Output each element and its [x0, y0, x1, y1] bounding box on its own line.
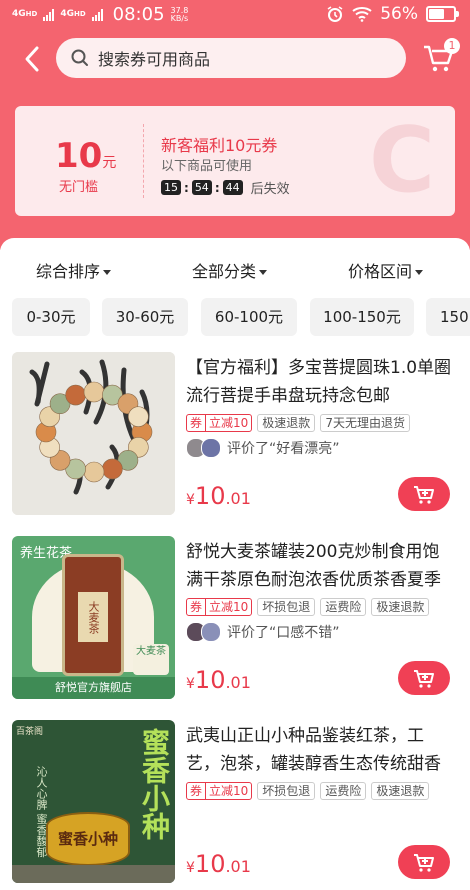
search-icon — [71, 49, 88, 66]
caret-down-icon — [259, 270, 268, 275]
battery-icon — [426, 6, 459, 22]
countdown-minutes: 54 — [191, 180, 212, 195]
network-indicator-2: 4GHD — [60, 9, 86, 19]
signal-icon-2 — [91, 8, 103, 21]
image-store-label: 舒悦官方旗舰店 — [12, 677, 175, 699]
chip-price-100-150[interactable]: 100-150元 — [310, 298, 414, 336]
sort-comprehensive[interactable]: 综合排序 — [36, 258, 112, 282]
product-image: 养生花茶 大麦茶 舒悦官方旗舰店 大麦茶 — [12, 536, 175, 699]
cart-badge: 1 — [444, 38, 460, 54]
coupon-title: 新客福利10元券 — [161, 136, 278, 155]
avatar — [201, 438, 221, 458]
coupon-tag: 券立减10 — [186, 414, 253, 432]
product-review: 评价了“口感不错” — [186, 622, 340, 642]
coupon-countdown: 15: 54: 44 后失效 — [161, 178, 290, 197]
caret-down-icon — [415, 270, 424, 275]
sort-bar: 综合排序 全部分类 价格区间 — [0, 250, 470, 286]
service-tag: 极速退款 — [371, 782, 430, 800]
product-tags: 券立减10 极速退款 7天无理由退货 — [186, 414, 410, 432]
add-to-cart-button[interactable] — [398, 845, 450, 879]
coupon-subtitle: 以下商品可使用 — [161, 159, 253, 174]
product-item[interactable]: 百茶阁 蜜香小种 沁人心脾 蜜香馥郁 蜜香小种 武夷山正山小种品鉴装红茶，工艺，… — [0, 720, 470, 890]
search-input[interactable]: 搜索券可用商品 — [56, 38, 406, 78]
product-title: 武夷山正山小种品鉴装红茶，工艺，泡茶，罐装醇香生态传统甜香 — [186, 726, 441, 774]
bead-shape — [83, 461, 105, 483]
service-tag: 运费险 — [320, 782, 367, 800]
reviewer-avatars — [186, 438, 221, 458]
product-title: 【官方福利】多宝菩提圆珠1.0单圈流行菩提手串盘玩持念包邮 — [186, 358, 452, 406]
countdown-seconds: 44 — [222, 180, 243, 195]
clock: 08:05 — [112, 4, 165, 25]
bead-shape — [83, 381, 105, 403]
countdown-hours: 15 — [161, 180, 181, 195]
add-to-cart-button[interactable] — [398, 661, 450, 695]
product-title: 舒悦大麦茶罐装200克炒制食用饱满干茶原色耐泡浓香优质茶香夏季 — [186, 542, 441, 590]
service-tag: 坏损包退 — [257, 598, 316, 616]
service-tag: 7天无理由退货 — [320, 414, 410, 432]
coupon-tag: 券立减10 — [186, 782, 253, 800]
caret-down-icon — [103, 270, 112, 275]
image-can-label: 大麦茶 — [78, 592, 108, 642]
product-price: ¥10.01 — [186, 666, 251, 694]
product-tags: 券立减10 坏损包退 运费险 极速退款 — [186, 598, 430, 616]
coupon-condition: 无门槛 — [59, 180, 99, 195]
back-arrow-icon[interactable] — [20, 44, 44, 74]
service-tag: 极速退款 — [371, 598, 430, 616]
product-price: ¥10.01 — [186, 482, 251, 510]
countdown-label: 后失效 — [250, 182, 290, 197]
image-side-text: 沁人心脾 蜜香馥郁 — [35, 766, 48, 858]
sort-category[interactable]: 全部分类 — [192, 258, 268, 282]
signal-icon — [43, 8, 55, 21]
network-speed: 37.8 KB/s — [170, 5, 189, 23]
battery-percent: 56% — [380, 4, 418, 24]
watermark-shape: C — [368, 108, 435, 213]
product-price: ¥10.01 — [186, 850, 251, 878]
product-panel: 综合排序 全部分类 价格区间 0-30元 30-60元 60-100元 100-… — [0, 238, 470, 890]
image-badge: 大麦茶 — [133, 644, 169, 675]
coupon-divider — [143, 124, 144, 198]
coupon-tag: 券立减10 — [186, 598, 253, 616]
chip-price-0-30[interactable]: 0-30元 — [12, 298, 90, 336]
bead-shape — [102, 458, 123, 480]
chip-price-60-100[interactable]: 60-100元 — [201, 298, 297, 336]
product-review: 评价了“好看漂亮” — [186, 438, 340, 458]
product-item[interactable]: 养生花茶 大麦茶 舒悦官方旗舰店 大麦茶 舒悦大麦茶罐装200克炒制食用饱满干茶… — [0, 536, 470, 706]
chip-price-150[interactable]: 150 — [426, 298, 470, 336]
chip-price-30-60[interactable]: 30-60元 — [102, 298, 188, 336]
service-tag: 运费险 — [320, 598, 367, 616]
bead-shape — [128, 406, 149, 427]
add-cart-icon — [414, 486, 434, 504]
network-indicator-1: 4GHD — [12, 9, 38, 19]
image-brand: 百茶阁 — [16, 727, 44, 737]
service-tag: 极速退款 — [257, 414, 316, 432]
bead-shape — [65, 384, 86, 406]
product-item[interactable]: 【官方福利】多宝菩提圆珠1.0单圈流行菩提手串盘玩持念包邮 券立减10 极速退款… — [0, 352, 470, 522]
add-cart-icon — [414, 854, 434, 872]
cart-button[interactable]: 1 — [422, 38, 460, 74]
reviewer-avatars — [186, 622, 221, 642]
coupon-card: C 10元 无门槛 新客福利10元券 以下商品可使用 15: 54: 44 后失… — [15, 106, 455, 216]
avatar — [201, 622, 221, 642]
coupon-amount: 10元 — [55, 136, 117, 176]
product-image: 百茶阁 蜜香小种 沁人心脾 蜜香馥郁 蜜香小种 — [12, 720, 175, 883]
image-can: 蜜香小种 — [46, 812, 130, 866]
status-bar: 4GHD 4GHD 08:05 37.8 KB/s 56% — [0, 0, 470, 30]
add-to-cart-button[interactable] — [398, 477, 450, 511]
product-tags: 券立减10 坏损包退 运费险 极速退款 — [186, 782, 430, 800]
product-image — [12, 352, 175, 515]
alarm-icon — [327, 6, 343, 22]
service-tag: 坏损包退 — [257, 782, 316, 800]
add-cart-icon — [414, 670, 434, 688]
wifi-icon — [352, 7, 372, 22]
sort-price-range[interactable]: 价格区间 — [348, 258, 424, 282]
search-placeholder: 搜索券可用商品 — [98, 50, 211, 69]
